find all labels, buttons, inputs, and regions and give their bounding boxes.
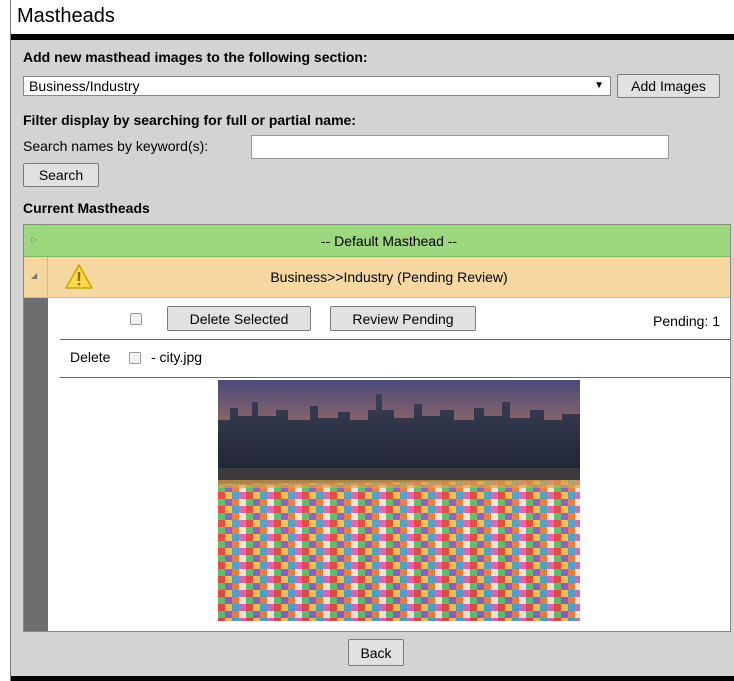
item-delete-checkbox[interactable] bbox=[129, 352, 141, 364]
default-masthead-row[interactable]: ▷ -- Default Masthead -- bbox=[24, 225, 730, 257]
page-title: Mastheads bbox=[17, 5, 115, 27]
filter-label: Filter display by searching for full or … bbox=[23, 112, 356, 128]
masthead-image-city bbox=[218, 380, 580, 621]
bottom-border bbox=[11, 676, 734, 681]
collapse-cell[interactable]: ◢ bbox=[24, 257, 48, 297]
chevron-down-icon: ▼ bbox=[594, 80, 604, 91]
review-pending-button[interactable]: Review Pending bbox=[330, 306, 476, 331]
detail-divider-bottom bbox=[60, 377, 730, 378]
section-select-value: Business/Industry bbox=[29, 78, 140, 94]
item-delete-label: Delete bbox=[70, 349, 111, 365]
search-input[interactable] bbox=[251, 135, 669, 159]
delete-selected-button[interactable]: Delete Selected bbox=[167, 306, 311, 331]
add-images-button[interactable]: Add Images bbox=[617, 74, 720, 98]
select-all-checkbox[interactable] bbox=[130, 313, 142, 325]
title-divider bbox=[11, 34, 734, 40]
add-section-label: Add new masthead images to the following… bbox=[23, 49, 368, 65]
title-bar: Mastheads bbox=[11, 0, 734, 40]
default-masthead-label: -- Default Masthead -- bbox=[320, 233, 458, 249]
pending-count: Pending: 1 bbox=[653, 313, 720, 329]
masthead-window: Mastheads Add new masthead images to the… bbox=[10, 0, 734, 681]
pending-review-row[interactable]: ◢ Business>>Industry (Pending Review) bbox=[24, 257, 730, 298]
detail-indent-bar bbox=[24, 298, 48, 631]
back-button[interactable]: Back bbox=[348, 639, 404, 666]
search-button[interactable]: Search bbox=[23, 163, 99, 187]
expand-cell[interactable]: ▷ bbox=[24, 225, 48, 256]
item-filename: - city.jpg bbox=[151, 349, 203, 365]
search-label: Search names by keyword(s): bbox=[23, 138, 209, 154]
pending-review-label: Business>>Industry (Pending Review) bbox=[270, 269, 508, 285]
section-select[interactable]: Business/Industry ▼ bbox=[23, 76, 611, 96]
detail-divider-top bbox=[60, 339, 730, 340]
current-mastheads-label: Current Mastheads bbox=[23, 200, 150, 216]
expand-arrow-icon[interactable]: ▷ bbox=[31, 235, 37, 244]
mastheads-grid: ▷ -- Default Masthead -- ◢ Business>>Ind… bbox=[23, 224, 731, 632]
pending-detail-panel: Delete Selected Review Pending Pending: … bbox=[48, 298, 730, 631]
collapse-arrow-icon[interactable]: ◢ bbox=[31, 271, 37, 280]
